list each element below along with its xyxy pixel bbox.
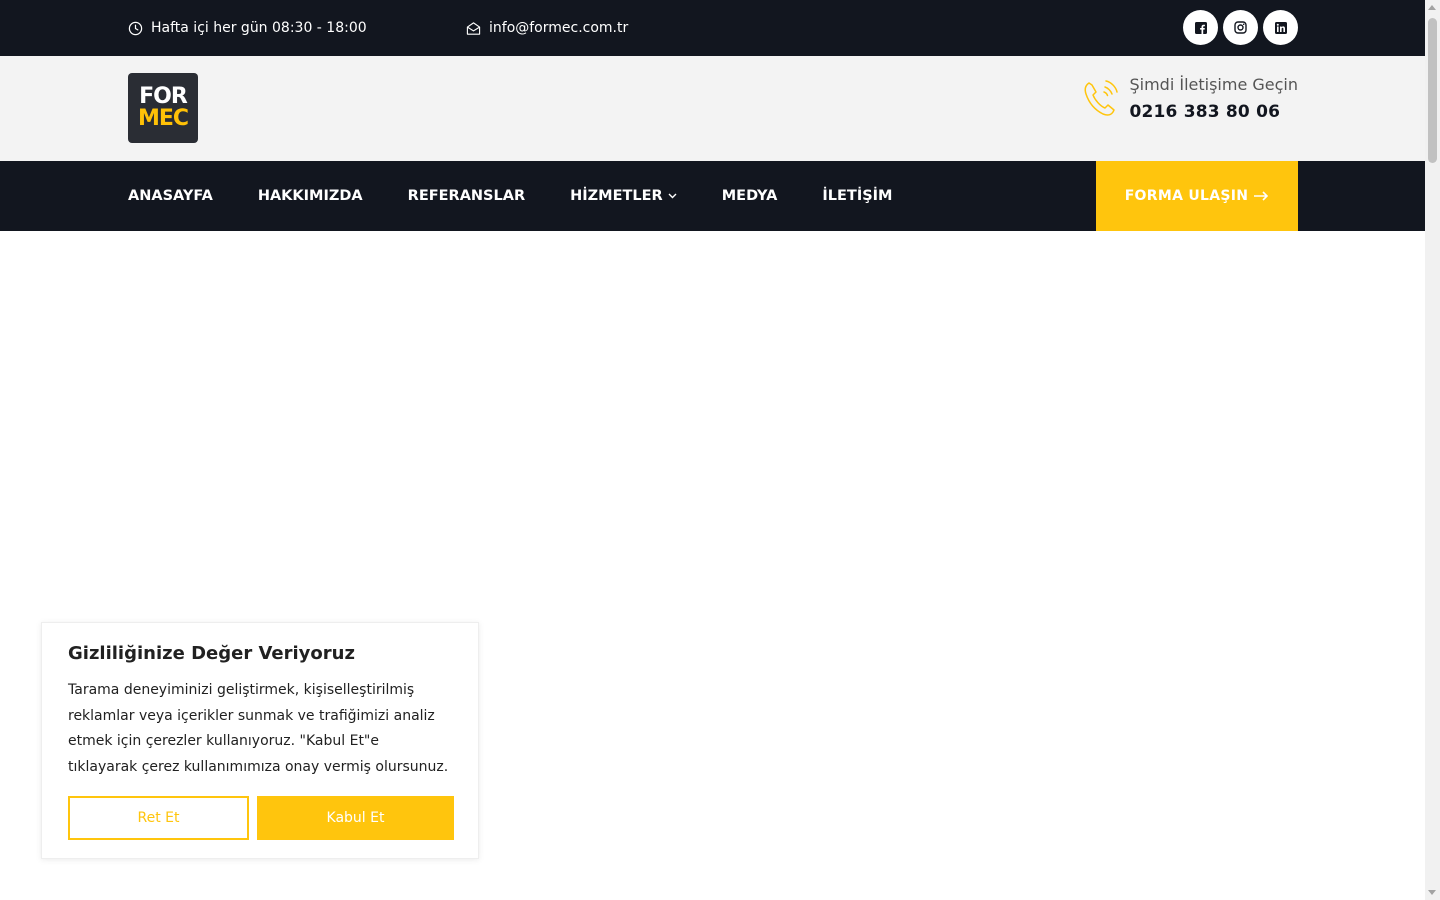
facebook-icon: [1194, 21, 1207, 34]
working-hours: Hafta içi her gün 08:30 - 18:00: [128, 0, 367, 56]
linkedin-button[interactable]: [1263, 10, 1298, 45]
cookie-buttons: Ret Et Kabul Et: [68, 796, 454, 840]
working-hours-text: Hafta içi her gün 08:30 - 18:00: [151, 20, 367, 36]
clock-icon: [128, 21, 143, 35]
facebook-button[interactable]: [1183, 10, 1218, 45]
scroll-down-arrow[interactable]: [1428, 890, 1436, 895]
cookie-text: Tarama deneyiminizi geliştirmek, kişisel…: [68, 682, 449, 775]
page-scrollbar[interactable]: [1425, 0, 1440, 900]
linkedin-icon: [1274, 21, 1287, 34]
page: Hafta içi her gün 08:30 - 18:00 info@for…: [0, 0, 1425, 900]
nav-item-services[interactable]: HİZMETLER: [570, 188, 677, 204]
logo-line-2: MEC: [137, 106, 189, 131]
nav-item-about[interactable]: HAKKIMIZDA: [258, 188, 363, 204]
phone-icon: [1084, 80, 1119, 116]
nav-item-references[interactable]: REFERANSLAR: [408, 188, 525, 204]
nav-item-media[interactable]: MEDYA: [722, 188, 778, 204]
arrow-right-icon: [1254, 191, 1269, 201]
reject-cookies-button[interactable]: Ret Et: [68, 796, 249, 840]
contact-form-button-label: FORMA ULAŞIN: [1124, 188, 1249, 204]
phone-number[interactable]: 0216 383 80 06: [1129, 102, 1298, 122]
social-links: [1183, 10, 1298, 45]
contact-form-button[interactable]: FORMA ULAŞIN: [1096, 161, 1298, 231]
main-navigation: ANASAYFA HAKKIMIZDA REFERANSLAR HİZMETLE…: [0, 161, 1425, 231]
instagram-button[interactable]: [1223, 10, 1258, 45]
nav-item-home[interactable]: ANASAYFA: [128, 188, 213, 204]
scroll-up-arrow[interactable]: [1428, 5, 1436, 10]
nav-item-contact[interactable]: İLETİŞİM: [822, 188, 892, 204]
nav-item-services-label: HİZMETLER: [570, 188, 663, 204]
instagram-icon: [1234, 21, 1247, 34]
email-info[interactable]: info@formec.com.tr: [466, 0, 628, 56]
logo-line-1: FOR: [139, 84, 188, 109]
envelope-icon: [466, 21, 481, 35]
contact-label: Şimdi İletişime Geçin: [1129, 75, 1298, 94]
scrollbar-thumb[interactable]: [1428, 18, 1437, 163]
cookie-title: Gizliliğinize Değer Veriyoruz: [68, 643, 355, 664]
email-link[interactable]: info@formec.com.tr: [489, 20, 628, 36]
cookie-consent-banner: Gizliliğinize Değer Veriyoruz Tarama den…: [41, 622, 479, 859]
header-contact: Şimdi İletişime Geçin 0216 383 80 06: [1081, 74, 1298, 122]
chevron-down-icon: [668, 193, 677, 199]
accept-cookies-button[interactable]: Kabul Et: [257, 796, 454, 840]
top-bar: Hafta içi her gün 08:30 - 18:00 info@for…: [0, 0, 1425, 56]
site-logo[interactable]: FOR MEC: [128, 73, 198, 143]
site-header: FOR MEC Şimdi İletişime Geçin 0216 383 8…: [0, 56, 1425, 161]
